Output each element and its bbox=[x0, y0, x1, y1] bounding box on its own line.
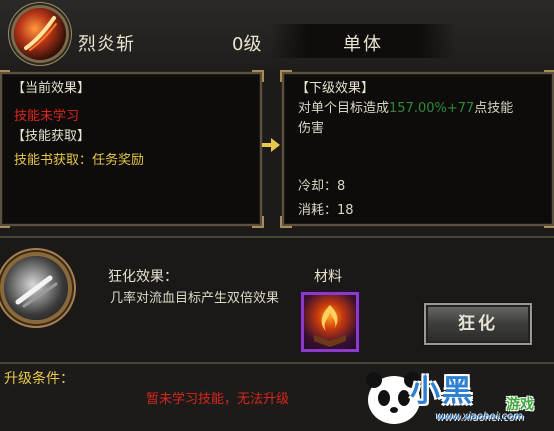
next-effect-panel: 【下级效果】 对单个目标造成157.00%+77点技能 伤害 冷却：8 消耗：1… bbox=[280, 70, 554, 228]
watermark-suffix: 游戏 bbox=[506, 397, 534, 413]
target-type-label: 单体 bbox=[343, 34, 383, 55]
watermark-brand: 小黑 bbox=[410, 374, 474, 409]
cooldown-text: 冷却：8 bbox=[298, 179, 346, 194]
skill-name: 烈炎斩 bbox=[78, 34, 135, 55]
next-effect-line1: 对单个目标造成157.00%+77点技能 bbox=[298, 100, 513, 118]
skill-acquire-title: 【技能获取】 bbox=[12, 129, 91, 144]
blade-medal-icon bbox=[4, 256, 68, 320]
skill-acquire-text: 技能书获取：任务奖励 bbox=[14, 153, 145, 168]
current-effect-panel: 【当前效果】 技能未学习 【技能获取】 技能书获取：任务奖励 bbox=[0, 70, 264, 228]
skill-status: 技能未学习 bbox=[14, 109, 80, 124]
upgrade-message: 暂未学习技能，无法升级 bbox=[146, 392, 290, 407]
effect-percent: 157.00% bbox=[389, 101, 447, 116]
effect-plus: +77 bbox=[446, 101, 475, 116]
frenzy-button[interactable]: 狂化 bbox=[424, 303, 532, 345]
next-effect-line2: 伤害 bbox=[298, 121, 325, 136]
watermark-url: www.xiaohei.com bbox=[436, 412, 524, 423]
current-effect-title: 【当前效果】 bbox=[12, 81, 91, 96]
effect-suffix: 点技能 bbox=[474, 101, 514, 116]
material-label: 材料 bbox=[314, 269, 342, 285]
flame-slash-skill-icon[interactable] bbox=[14, 8, 66, 60]
fire-book-material-icon[interactable] bbox=[301, 292, 359, 352]
frenzy-description: 几率对流血目标产生双倍效果 bbox=[110, 291, 280, 306]
frenzy-title: 狂化效果： bbox=[108, 269, 178, 285]
effect-prefix: 对单个目标造成 bbox=[298, 101, 390, 116]
skill-level: 0级 bbox=[232, 34, 262, 55]
arrow-right-icon bbox=[262, 138, 280, 152]
cost-text: 消耗：18 bbox=[298, 203, 354, 218]
next-effect-title: 【下级效果】 bbox=[296, 81, 375, 96]
upgrade-condition-label: 升级条件： bbox=[4, 371, 74, 387]
